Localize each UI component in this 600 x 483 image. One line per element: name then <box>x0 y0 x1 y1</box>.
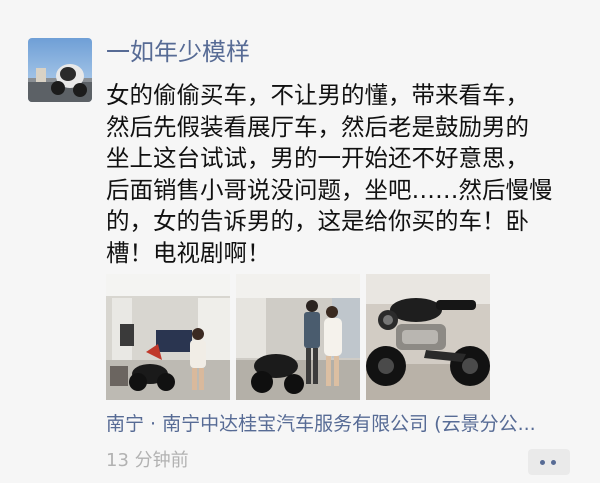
photo-couple[interactable] <box>236 274 360 400</box>
content-line: 的，女的告诉男的，这是给你买的车！卧 <box>106 207 529 236</box>
content-line: 然后先假装看展厅车，然后老是鼓励男的 <box>106 112 529 141</box>
avatar-image <box>28 38 92 102</box>
user-avatar[interactable] <box>28 38 92 102</box>
photo-showroom[interactable] <box>106 274 230 400</box>
post-time: 13 分钟前 <box>106 450 189 471</box>
motorcycle-closeup-photo-icon <box>366 274 490 400</box>
more-dot-icon <box>540 460 545 465</box>
post-content: 女的偷偷买车，不让男的懂，带来看车， 然后先假装看展厅车，然后老是鼓励男的 坐上… <box>106 80 586 270</box>
moments-post: 一如年少模样 女的偷偷买车，不让男的懂，带来看车， 然后先假装看展厅车，然后老是… <box>0 0 600 483</box>
content-line: 槽！电视剧啊！ <box>106 238 271 267</box>
content-line: 后面销售小哥说没问题，坐吧……然后慢慢 <box>106 175 553 204</box>
comment-like-button[interactable] <box>528 449 570 475</box>
photo-motorcycle[interactable] <box>366 274 490 400</box>
content-line: 坐上这台试试，男的一开始还不好意思， <box>106 144 529 173</box>
photo-grid <box>106 274 496 400</box>
couple-motorcycle-photo-icon <box>236 274 360 400</box>
showroom-photo-icon <box>106 274 230 400</box>
more-dot-icon <box>551 460 556 465</box>
location-link[interactable]: 南宁 · 南宁中达桂宝汽车服务有限公司 (云景分公... <box>106 410 536 438</box>
content-line: 女的偷偷买车，不让男的懂，带来看车， <box>106 81 529 109</box>
username[interactable]: 一如年少模样 <box>106 36 250 68</box>
